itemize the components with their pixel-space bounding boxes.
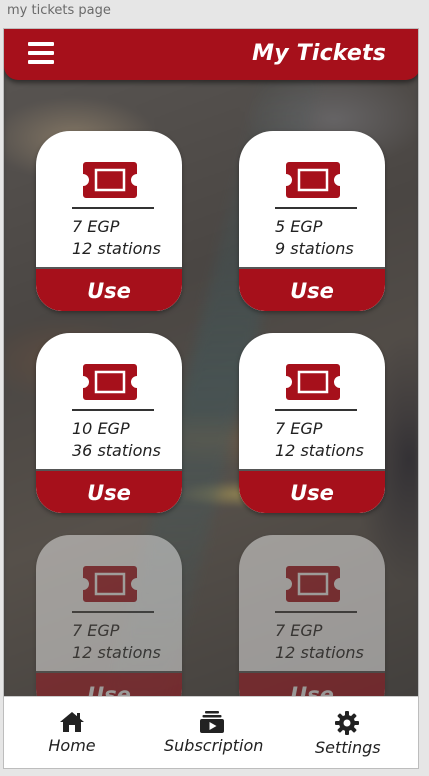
home-icon <box>60 712 84 732</box>
ticket-divider <box>275 207 357 209</box>
ticket-icon <box>286 364 340 400</box>
ticket-icon <box>83 364 137 400</box>
ticket-divider <box>72 409 154 411</box>
use-ticket-button[interactable]: Use <box>239 469 385 513</box>
ticket-price: 7 EGP <box>275 621 323 640</box>
ticket-stations: 12 stations <box>72 643 161 662</box>
ticket-stations: 12 stations <box>275 643 364 662</box>
nav-subscription[interactable]: Subscription <box>164 711 264 755</box>
gear-icon <box>335 711 359 735</box>
ticket-stations: 12 stations <box>72 239 161 258</box>
ticket-stations: 36 stations <box>72 441 161 460</box>
app-header: My Tickets <box>4 29 418 80</box>
nav-settings[interactable]: Settings <box>315 711 381 757</box>
nav-home-label: Home <box>48 736 96 755</box>
nav-settings-label: Settings <box>315 738 381 757</box>
use-ticket-button[interactable]: Use <box>36 469 182 513</box>
ticket-stations: 9 stations <box>275 239 354 258</box>
ticket-card: 5 EGP 9 stations Use <box>239 131 385 311</box>
ticket-divider <box>72 207 154 209</box>
bottom-nav: Home Subscription Settings <box>4 696 418 768</box>
ticket-icon <box>286 566 340 602</box>
ticket-card: 7 EGP 12 stations Use <box>36 535 182 715</box>
use-ticket-button[interactable]: Use <box>239 267 385 311</box>
ticket-card: 10 EGP 36 stations Use <box>36 333 182 513</box>
ticket-price: 5 EGP <box>275 217 323 236</box>
ticket-divider <box>275 409 357 411</box>
hamburger-menu-icon[interactable] <box>28 42 54 64</box>
ticket-divider <box>275 611 357 613</box>
use-ticket-button[interactable]: Use <box>36 267 182 311</box>
window-caption: my tickets page <box>7 3 111 18</box>
subscription-icon <box>200 711 224 733</box>
ticket-divider <box>72 611 154 613</box>
ticket-price: 7 EGP <box>72 217 120 236</box>
ticket-price: 7 EGP <box>72 621 120 640</box>
ticket-price: 7 EGP <box>275 419 323 438</box>
page-title: My Tickets <box>252 41 386 66</box>
ticket-icon <box>286 162 340 198</box>
ticket-card: 7 EGP 12 stations Use <box>239 333 385 513</box>
nav-home[interactable]: Home <box>48 711 96 755</box>
ticket-card: 7 EGP 12 stations Use <box>239 535 385 715</box>
nav-subscription-label: Subscription <box>164 736 264 755</box>
ticket-icon <box>83 162 137 198</box>
ticket-price: 10 EGP <box>72 419 130 438</box>
ticket-stations: 12 stations <box>275 441 364 460</box>
ticket-icon <box>83 566 137 602</box>
app-frame: My Tickets 7 EGP 12 stations Use 5 EGP 9… <box>3 28 419 769</box>
ticket-card: 7 EGP 12 stations Use <box>36 131 182 311</box>
